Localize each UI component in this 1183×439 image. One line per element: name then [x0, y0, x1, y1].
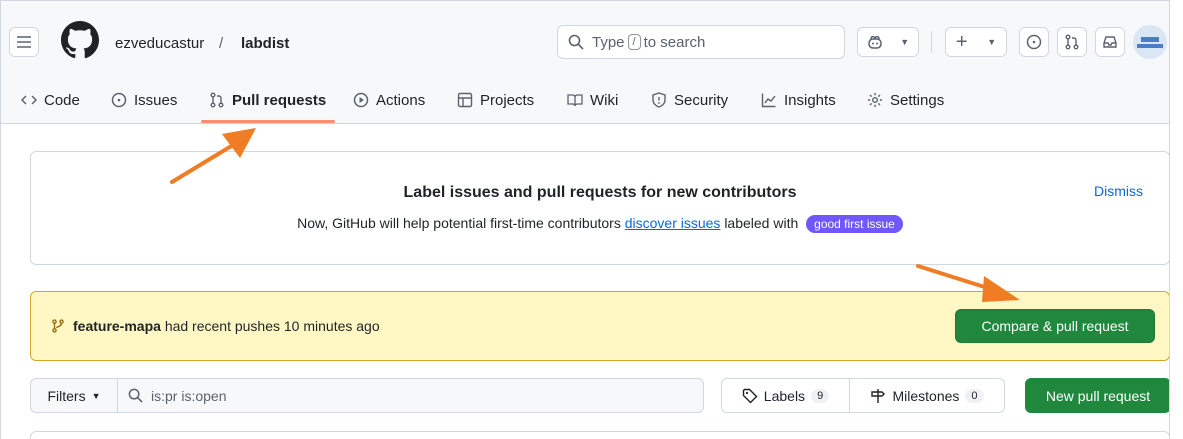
repo-tabs: Code Issues Pull requests Actions Projec… — [1, 79, 1169, 123]
tab-pull-requests[interactable]: Pull requests — [209, 87, 326, 113]
tab-security[interactable]: Security — [651, 87, 728, 113]
tab-projects[interactable]: Projects — [457, 87, 534, 113]
issue-icon — [1026, 34, 1042, 50]
branch-name: feature-mapa — [73, 318, 161, 334]
inbox-icon — [1103, 36, 1117, 48]
breadcrumb-repo[interactable]: labdist — [241, 35, 289, 52]
banner-text: Now, GitHub will help potential first-ti… — [31, 215, 1169, 233]
search-prefix: Type — [592, 33, 625, 51]
discover-issues-link[interactable]: discover issues — [625, 215, 721, 231]
create-new-button[interactable]: + ▼ — [945, 27, 1007, 57]
banner-text-before: Now, GitHub will help potential first-ti… — [297, 215, 621, 231]
code-icon — [21, 95, 37, 105]
caret-down-icon: ▼ — [91, 390, 101, 401]
divider — [931, 31, 932, 53]
compare-pull-request-button[interactable]: Compare & pull request — [955, 309, 1155, 343]
pull-request-list — [30, 431, 1169, 439]
gear-icon — [868, 93, 882, 107]
table-icon — [457, 92, 473, 108]
pull-requests-shortcut-button[interactable] — [1057, 27, 1087, 57]
graph-icon — [761, 93, 776, 108]
tab-label: Settings — [890, 91, 945, 109]
search-shortcut-key: / — [627, 34, 641, 50]
chevron-down-icon: ▼ — [987, 37, 997, 47]
github-logo-icon[interactable] — [61, 21, 99, 59]
menu-button[interactable] — [9, 27, 39, 57]
search-input[interactable]: Type / to search — [557, 25, 845, 59]
hamburger-icon — [17, 36, 31, 48]
copilot-icon — [868, 35, 882, 49]
avatar[interactable] — [1133, 25, 1167, 59]
chevron-down-icon: ▼ — [900, 37, 910, 47]
good-first-issue-label[interactable]: good first issue — [806, 215, 903, 233]
annotation-arrow-pull-requests — [170, 128, 256, 184]
issues-shortcut-button[interactable] — [1019, 27, 1049, 57]
milestones-count: 0 — [965, 388, 984, 403]
search-suffix: to search — [643, 33, 706, 51]
tab-insights[interactable]: Insights — [761, 87, 836, 113]
inbox-button[interactable] — [1095, 27, 1125, 57]
breadcrumb-separator: / — [219, 35, 224, 52]
shield-icon — [652, 92, 666, 108]
tab-wiki[interactable]: Wiki — [567, 87, 618, 113]
milestones-button[interactable]: Milestones 0 — [849, 378, 1005, 413]
push-message: feature-mapa had recent pushes 10 minute… — [51, 318, 380, 334]
labels-label: Labels — [763, 387, 806, 404]
tab-issues[interactable]: Issues — [111, 87, 177, 113]
play-icon — [353, 92, 369, 108]
tab-settings[interactable]: Settings — [867, 87, 944, 113]
push-time: had recent pushes 10 minutes ago — [164, 318, 380, 334]
issue-icon — [111, 92, 127, 108]
pull-request-icon — [210, 92, 224, 108]
filter-search-input[interactable]: is:pr is:open — [117, 378, 704, 413]
branch-icon — [52, 319, 64, 333]
tab-label: Wiki — [590, 91, 619, 109]
tab-label: Pull requests — [232, 91, 327, 109]
pull-request-icon — [1065, 34, 1079, 50]
tag-icon — [742, 388, 758, 403]
new-pull-request-button[interactable]: New pull request — [1025, 378, 1169, 413]
tab-label: Projects — [480, 91, 535, 109]
filter-query: is:pr is:open — [151, 387, 227, 404]
labels-button[interactable]: Labels 9 — [721, 378, 850, 413]
repo-header: ezveducastur / labdist Type / to search … — [1, 1, 1169, 124]
tab-actions[interactable]: Actions — [353, 87, 425, 113]
tab-label: Security — [674, 91, 729, 109]
browser-page: ezveducastur / labdist Type / to search … — [0, 0, 1170, 439]
search-icon — [128, 388, 143, 403]
banner-text-after: labeled with — [724, 215, 799, 231]
tab-label: Code — [44, 91, 80, 109]
global-nav: ezveducastur / labdist Type / to search … — [1, 19, 1169, 71]
tab-label: Actions — [376, 91, 426, 109]
filters-label: Filters — [47, 387, 86, 404]
milestones-label: Milestones — [892, 387, 960, 404]
milestone-icon — [871, 388, 886, 403]
breadcrumb-owner[interactable]: ezveducastur — [115, 35, 204, 52]
dismiss-button[interactable]: Dismiss — [1094, 183, 1143, 199]
plus-icon: + — [955, 31, 968, 53]
book-icon — [567, 94, 583, 107]
labels-count: 9 — [811, 388, 830, 403]
annotation-arrow-compare — [916, 264, 1020, 302]
tab-label: Issues — [134, 91, 178, 109]
search-icon — [568, 34, 584, 50]
tab-label: Insights — [784, 91, 836, 109]
filters-button[interactable]: Filters ▼ — [30, 378, 118, 413]
tab-code[interactable]: Code — [21, 87, 80, 113]
copilot-button[interactable]: ▼ — [857, 27, 919, 57]
